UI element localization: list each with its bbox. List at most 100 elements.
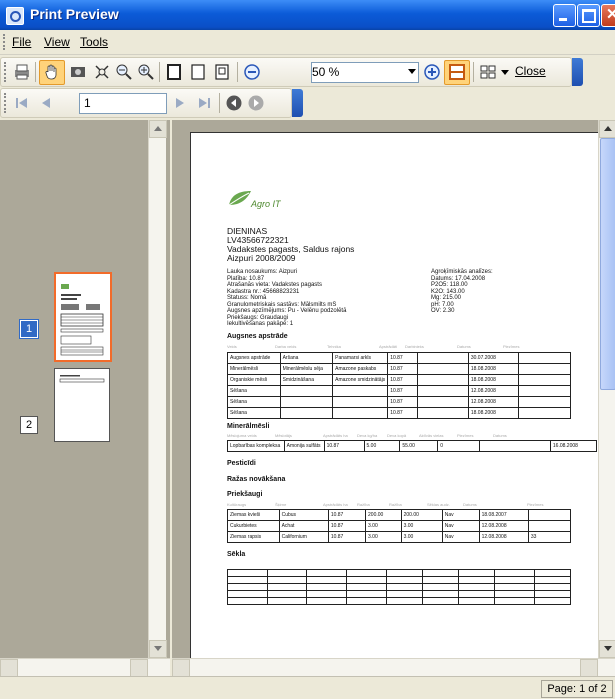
- page-thumbnail[interactable]: [54, 272, 112, 362]
- menu-file[interactable]: File: [12, 35, 31, 49]
- table-cell: [421, 597, 459, 605]
- column-header: Apstrādāts ha: [323, 502, 348, 507]
- table-cell: [417, 374, 469, 386]
- seed-table: [227, 569, 572, 605]
- print-icon[interactable]: [13, 63, 31, 81]
- column-header: Datums: [463, 502, 477, 507]
- scroll-down-button[interactable]: [599, 640, 615, 658]
- next-page-icon[interactable]: [171, 94, 189, 112]
- column-header: Darbinieks: [405, 344, 424, 349]
- thumbnail-page-number[interactable]: 1: [19, 319, 39, 339]
- close-preview-button[interactable]: Close: [515, 64, 546, 78]
- field-info-line: Augsnes apzīmējums: Pu - Velēnu podzolēt…: [227, 308, 347, 314]
- column-header: Kultūraugs: [227, 502, 247, 507]
- table-cell: Sēšana: [227, 396, 281, 408]
- agro-it-leaf-logo: [228, 191, 251, 206]
- table-cell: [385, 569, 423, 577]
- scroll-right-button[interactable]: [580, 659, 598, 677]
- whole-page-icon[interactable]: [213, 63, 231, 81]
- scroll-up-button[interactable]: [599, 120, 615, 138]
- table-cell: 12.08.2008: [467, 385, 519, 397]
- page-width-icon[interactable]: [189, 63, 207, 81]
- table-cell: [533, 583, 572, 591]
- zoom-out-magnifier-icon[interactable]: [115, 63, 133, 81]
- thumbnail-page-number[interactable]: 2: [20, 416, 38, 434]
- table-cell: Lopbarības kompleksa: [227, 440, 285, 452]
- menu-view[interactable]: View: [44, 35, 70, 49]
- back-icon[interactable]: [225, 94, 243, 112]
- field-info-line: Iekultivēšanas pakāpe: 1: [227, 321, 294, 327]
- table-cell: [227, 597, 268, 605]
- thumbnail-vertical-scrollbar[interactable]: [148, 120, 167, 658]
- table-row: Augsnes apstrāde Aršana Panamarsi arkls 10.…: [227, 352, 572, 364]
- table-cell: 18.08.2008: [467, 363, 519, 375]
- toolbar-overflow-button[interactable]: [292, 89, 303, 117]
- scroll-left-button[interactable]: [172, 659, 190, 677]
- scroll-left-button[interactable]: [0, 659, 18, 677]
- chevron-down-icon: [408, 69, 416, 74]
- table-row: [227, 597, 572, 605]
- maximize-button[interactable]: [577, 4, 600, 27]
- table-row: Organiskie mēsli Smidzināšana Amazone smid…: [227, 374, 572, 386]
- table-cell: [306, 583, 347, 591]
- thumbnail-horizontal-scrollbar[interactable]: [0, 658, 170, 677]
- column-header: Šķirne: [275, 502, 287, 507]
- table-cell: Ziemas kvieši: [227, 509, 280, 521]
- page-thumbnail-content: [60, 284, 104, 356]
- zoom-in-magnifier-icon[interactable]: [137, 63, 155, 81]
- table-cell: 12.08.2008: [478, 531, 529, 543]
- menu-tools[interactable]: Tools: [80, 35, 108, 49]
- table-cell: [517, 363, 572, 375]
- scroll-right-button[interactable]: [130, 659, 148, 677]
- status-bar: Page: 1 of 2: [0, 676, 615, 699]
- zoom-in-icon[interactable]: [423, 63, 441, 81]
- table-cell: 200.00: [365, 509, 402, 521]
- preview-horizontal-scrollbar[interactable]: [172, 658, 615, 677]
- column-header: Apstrādāti: [379, 344, 398, 349]
- table-cell: [345, 590, 387, 598]
- forward-icon[interactable]: [247, 94, 265, 112]
- table-cell: 10.87: [387, 363, 419, 375]
- scroll-up-button[interactable]: [149, 120, 167, 138]
- single-page-icon[interactable]: [165, 63, 183, 81]
- hand-icon: [45, 64, 57, 80]
- table-cell: [494, 583, 535, 591]
- last-page-icon[interactable]: [195, 94, 213, 112]
- table-cell: [517, 352, 572, 364]
- table-cell: 3.00: [365, 531, 402, 543]
- zoom-tool-icon[interactable]: [93, 63, 111, 81]
- table-cell: Sēšana: [227, 407, 281, 419]
- toolbar-overflow-button[interactable]: [572, 58, 583, 86]
- preview-pane: Agro IT DIENINAS LV43566722321 Vadakstes…: [172, 120, 615, 668]
- hand-tool-button[interactable]: [39, 60, 65, 85]
- table-cell: [279, 385, 334, 397]
- table-cell: [527, 509, 572, 521]
- first-page-icon[interactable]: [13, 94, 31, 112]
- page-thumbnail[interactable]: [54, 368, 110, 442]
- page-layout-button[interactable]: [444, 60, 470, 85]
- table-cell: 12.08.2008: [478, 520, 529, 532]
- table-cell: Aršana: [279, 352, 334, 364]
- table-cell: [494, 590, 535, 598]
- minimize-button[interactable]: [553, 4, 576, 27]
- multiple-pages-dropdown-icon[interactable]: [501, 70, 509, 75]
- page-thumbnail-content: [59, 375, 105, 383]
- preview-vertical-scrollbar[interactable]: [598, 120, 615, 658]
- snapshot-icon[interactable]: [69, 63, 87, 81]
- close-window-button[interactable]: [601, 4, 615, 27]
- zoom-level-select[interactable]: 50 %: [311, 62, 419, 83]
- document-page: Agro IT DIENINAS LV43566722321 Vadakstes…: [190, 132, 609, 668]
- table-cell: Minerālmēsli: [227, 363, 281, 375]
- table-cell: Sēšana: [227, 385, 281, 397]
- scroll-thumb[interactable]: [600, 138, 615, 390]
- table-cell: [266, 597, 308, 605]
- multiple-pages-icon[interactable]: [479, 63, 497, 81]
- table-cell: Nav: [441, 509, 480, 521]
- scroll-down-button[interactable]: [149, 640, 167, 658]
- zoom-out-icon[interactable]: [243, 63, 261, 81]
- table-cell: 10.87: [323, 440, 365, 452]
- previous-page-icon[interactable]: [37, 94, 55, 112]
- table-cell: [494, 569, 535, 577]
- current-page-input[interactable]: 1: [79, 93, 167, 114]
- column-header: Deva kg/ha: [357, 433, 378, 438]
